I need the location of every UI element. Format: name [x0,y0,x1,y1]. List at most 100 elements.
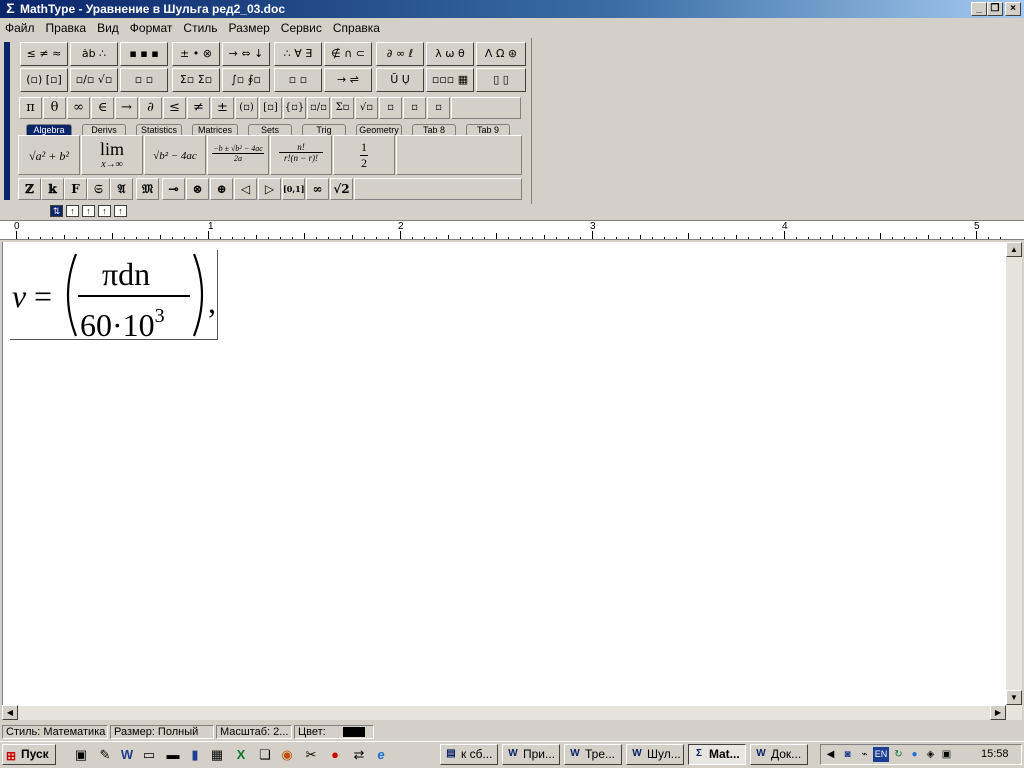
network-tray-icon[interactable]: ⌁ [857,747,872,762]
mini-button-4[interactable]: ↑ [114,205,127,217]
greek-upper-palette-button[interactable]: Λ Ω ⊛ [476,42,526,66]
symbol-triangle-right-button[interactable]: ▷ [258,178,281,200]
menu-size[interactable]: Размер [224,18,276,35]
arrows-palette-button[interactable]: → ⇔ ↓ [222,42,270,66]
symbol-leq-button[interactable]: ≤ [163,97,186,119]
greek-lower-palette-button[interactable]: λ ω θ [426,42,474,66]
scripts-palette-button[interactable]: ▫ ▫ [120,68,168,92]
symbol-element-button[interactable]: ∈ [91,97,114,119]
template-half[interactable]: 1 2 [333,135,395,175]
task-folder[interactable]: ▤ к сб... [440,744,498,765]
menu-view[interactable]: Вид [92,18,125,35]
template-parens-button[interactable]: (▫) [235,97,258,119]
template-sum-button[interactable]: Σ▫ [331,97,354,119]
template-limit[interactable]: lim x→∞ [81,135,143,175]
boxes-palette-button[interactable]: ▯ ▯ [476,68,526,92]
symbol-fraktur-k-button[interactable]: 𝕜 [41,178,64,200]
mini-button-2[interactable]: ↑ [82,205,95,217]
drive-icon[interactable]: ▭ [140,746,158,764]
volume-icon[interactable]: ◀ [823,747,838,762]
security-icon[interactable]: ◈ [923,747,938,762]
network-icon[interactable]: ⇄ [350,746,368,764]
toolbar-grip[interactable] [2,40,12,202]
symbol-fraktur-m-button[interactable]: 𝔐 [136,178,159,200]
symbol-otimes-button[interactable]: ⊗ [186,178,209,200]
symbol-fraktur-a-button[interactable]: 𝔄 [110,178,133,200]
menu-file[interactable]: Файл [0,18,41,35]
logic-palette-button[interactable]: ∴ ∀ ∃ [274,42,322,66]
word-quicklaunch-icon[interactable]: W [118,746,136,764]
scroll-left-icon[interactable]: ◀ [2,705,18,720]
template-subsup-button[interactable]: ▫ [427,97,450,119]
calculator-icon[interactable]: ▦ [208,746,226,764]
sets-palette-button[interactable]: ∉ ∩ ⊂ [324,42,372,66]
ruler[interactable]: 0 1 2 3 4 5 [0,220,1024,240]
task-word-4[interactable]: W Док... [750,744,808,765]
symbol-integers-button[interactable]: ℤ [18,178,41,200]
symbol-infinity-button[interactable]: ∞ [67,97,90,119]
sums-palette-button[interactable]: Σ▫ Σ▫ [172,68,220,92]
template-binomial[interactable]: n! r!(n − r)! [270,135,332,175]
sync-icon[interactable]: ↻ [891,747,906,762]
horizontal-scrollbar[interactable]: ◀ ▶ [2,705,1006,720]
symbol-fraktur-s-button[interactable]: 𝔖 [87,178,110,200]
symbol-partial-button[interactable]: ∂ [139,97,162,119]
scroll-down-icon[interactable]: ▼ [1006,690,1022,705]
menu-help[interactable]: Справка [328,18,386,35]
embellishments-palette-button[interactable]: ▪ ▪ ▪ [120,42,168,66]
operators-palette-button[interactable]: ± • ⊗ [172,42,220,66]
mini-toggle-button[interactable]: ⇅ [50,205,63,217]
tools-icon[interactable]: ▮ [186,746,204,764]
title-bar[interactable]: Σ MathType - Уравнение в Шульга ред2_03.… [0,0,1024,18]
misc-palette-button[interactable]: ∂ ∞ ℓ [376,42,424,66]
equation[interactable]: v = πdn 60·103 , [10,250,218,341]
symbol-bold-f-button[interactable]: 𝐅 [64,178,87,200]
symbol-sqrt2-button[interactable]: √2 [330,178,353,200]
spaces-palette-button[interactable]: ȧb ∴ [70,42,118,66]
window-icon[interactable]: ❏ [256,746,274,764]
menu-edit[interactable]: Правка [41,18,93,35]
media-icon[interactable]: ● [326,746,344,764]
disk-icon[interactable]: ▬ [164,746,182,764]
symbol-theta-button[interactable]: θ [43,97,66,119]
symbol-triangle-left-button[interactable]: ◁ [234,178,257,200]
menu-format[interactable]: Формат [125,18,179,35]
mini-button-1[interactable]: ↑ [66,205,79,217]
close-button[interactable]: × [1005,2,1021,16]
symbol-arrow-button[interactable]: → [115,97,138,119]
task-mathtype[interactable]: Σ Mat... [688,744,746,765]
fences-palette-button[interactable]: (▫) [▫] [20,68,68,92]
symbol-neq-button[interactable]: ≠ [187,97,210,119]
vertical-scrollbar[interactable]: ▲ ▼ [1006,242,1022,720]
minimize-button[interactable]: _ [971,2,987,16]
symbol-infinity-style-button[interactable]: ∞ [306,178,329,200]
messenger-icon[interactable]: ● [907,747,922,762]
menu-tools[interactable]: Сервис [276,18,328,35]
template-quadratic[interactable]: −b ± √b² − 4ac 2a [207,135,269,175]
integrals-palette-button[interactable]: ∫▫ ∮▫ [222,68,270,92]
task-word-1[interactable]: W При... [502,744,560,765]
template-superscript-button[interactable]: ▫ [379,97,402,119]
symbol-multimap-button[interactable]: ⊸ [162,178,185,200]
labeled-arrows-palette-button[interactable]: → ⇌ [324,68,372,92]
maximize-button[interactable]: ❐ [987,2,1003,16]
display-icon[interactable]: ▣ [939,747,954,762]
task-word-2[interactable]: W Тре... [564,744,622,765]
language-indicator[interactable]: EN [873,747,889,762]
template-root-button[interactable]: √▫ [355,97,378,119]
excel-icon[interactable]: X [232,746,250,764]
symbol-pi-button[interactable]: π [19,97,42,119]
task-word-3[interactable]: W Шул... [626,744,684,765]
symbol-plusminus-button[interactable]: ± [211,97,234,119]
symbol-interval-button[interactable]: [0,1] [282,178,305,200]
template-discriminant[interactable]: √b² − 4ac [144,135,206,175]
template-braces-button[interactable]: {▫} [283,97,306,119]
bars-palette-button[interactable]: ▫ ▫ [274,68,322,92]
notepad-icon[interactable]: ✎ [96,746,114,764]
scroll-right-icon[interactable]: ▶ [990,705,1006,720]
matrices-palette-button[interactable]: ▫▫▫ ▦ [426,68,474,92]
mini-button-3[interactable]: ↑ [98,205,111,217]
template-fraction-button[interactable]: ▫/▫ [307,97,330,119]
template-subscript-button[interactable]: ▫ [403,97,426,119]
menu-style[interactable]: Стиль [178,18,223,35]
